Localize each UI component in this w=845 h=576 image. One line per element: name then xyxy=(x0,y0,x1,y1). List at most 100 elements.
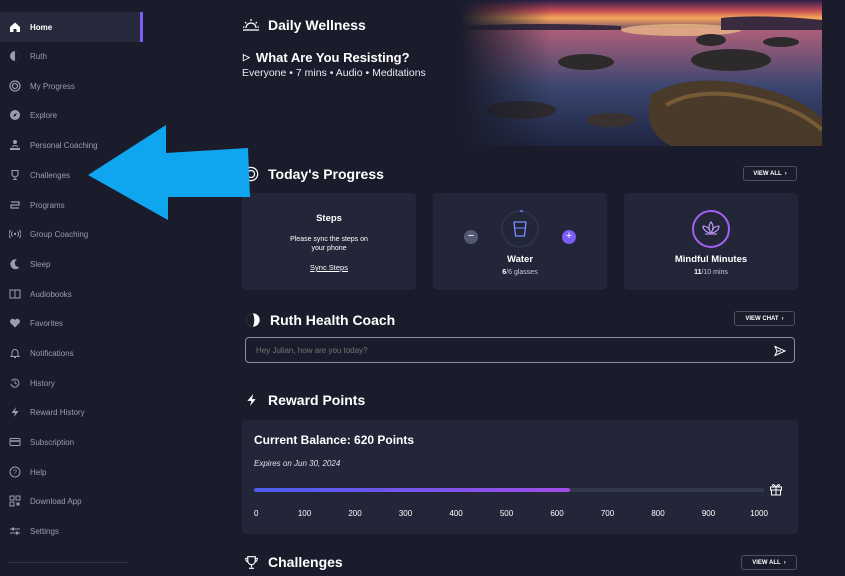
reward-tick-label: 200 xyxy=(348,509,362,518)
sidebar-item-label: Download App xyxy=(30,496,82,506)
help-icon: ? xyxy=(8,465,22,479)
reward-points-title: Reward Points xyxy=(242,391,365,409)
sync-steps-link[interactable]: Sync Steps xyxy=(242,263,416,272)
sidebar-item-label: Notifications xyxy=(30,348,74,358)
minus-icon: − xyxy=(467,230,475,242)
reward-tick-label: 0 xyxy=(254,509,259,518)
todays-progress-title: Today's Progress xyxy=(242,165,384,183)
sidebar-item-download-app[interactable]: Download App xyxy=(0,486,143,516)
card-icon xyxy=(8,435,22,449)
sidebar-item-my-progress[interactable]: My Progress xyxy=(0,71,143,101)
steps-title: Steps xyxy=(316,213,342,224)
coaching-icon xyxy=(8,138,22,152)
sidebar-item-sleep[interactable]: Sleep xyxy=(0,249,143,279)
reward-tick-label: 100 xyxy=(297,509,312,518)
sidebar-item-label: Help xyxy=(30,467,47,477)
sidebar-item-personal-coaching[interactable]: Personal Coaching xyxy=(0,130,143,160)
sidebar-item-label: Subscription xyxy=(30,437,75,447)
main-content: Daily Wellness ▷ What Are You Resisting?… xyxy=(143,0,845,576)
reward-card: Current Balance: 620 Points Expires on J… xyxy=(242,420,798,534)
view-all-label: VIEW ALL xyxy=(753,170,782,177)
chevron-right-icon: › xyxy=(784,170,787,177)
sidebar-item-ruth[interactable]: Ruth xyxy=(0,41,143,71)
sidebar-item-label: Settings xyxy=(30,526,59,536)
heart-icon xyxy=(8,316,22,330)
daily-wellness-image[interactable] xyxy=(461,0,822,146)
reward-progress-track xyxy=(254,488,764,492)
sidebar-item-subscription[interactable]: Subscription xyxy=(0,427,143,457)
sidebar-item-favorites[interactable]: Favorites xyxy=(0,308,143,338)
reward-tick-label: 900 xyxy=(701,509,716,518)
reward-expires: Expires on Jun 30, 2024 xyxy=(254,459,341,468)
gift-icon[interactable] xyxy=(769,482,783,496)
reward-tick-label: 800 xyxy=(651,509,665,518)
svg-text:?: ? xyxy=(13,470,17,477)
daily-wellness-title: Daily Wellness xyxy=(242,16,366,34)
reward-progress-fill xyxy=(254,488,571,492)
plus-icon: + xyxy=(565,230,573,242)
history-icon xyxy=(8,376,22,390)
section-title-text: Ruth Health Coach xyxy=(270,312,396,328)
sidebar-item-audiobooks[interactable]: Audiobooks xyxy=(0,279,143,309)
glass-icon xyxy=(513,221,527,237)
compass-icon xyxy=(8,108,22,122)
sidebar-item-label: My Progress xyxy=(30,81,75,91)
bolt-icon xyxy=(8,405,22,419)
sidebar-item-label: History xyxy=(30,378,55,388)
section-title-text: Today's Progress xyxy=(268,166,384,182)
sidebar-item-home[interactable]: Home xyxy=(0,12,143,42)
water-title: Water xyxy=(506,254,534,265)
sidebar-item-label: Audiobooks xyxy=(30,289,72,299)
daily-session-title[interactable]: ▷ What Are You Resisting? xyxy=(243,50,410,65)
sidebar-item-settings[interactable]: Settings xyxy=(0,516,143,546)
reward-tick-label: 700 xyxy=(600,509,615,518)
sidebar: Home Ruth My Progress Explore Personal C… xyxy=(0,0,143,576)
view-chat-button[interactable]: VIEW CHAT › xyxy=(734,311,795,326)
section-title-text: Daily Wellness xyxy=(268,17,366,33)
water-plus-button[interactable]: + xyxy=(562,230,576,244)
sidebar-item-label: Reward History xyxy=(30,407,85,417)
sidebar-item-reward-history[interactable]: Reward History xyxy=(0,397,143,427)
sidebar-item-label: Challenges xyxy=(30,170,71,180)
water-suffix: /6 glasses xyxy=(506,269,538,276)
play-icon: ▷ xyxy=(243,52,250,62)
ruth-icon xyxy=(8,49,22,63)
sidebar-item-group-coaching[interactable]: Group Coaching xyxy=(0,219,143,249)
send-icon[interactable] xyxy=(774,344,787,357)
chat-input-field[interactable] xyxy=(256,342,756,358)
section-title-text: Challenges xyxy=(268,554,343,570)
water-minus-button[interactable]: − xyxy=(464,230,478,244)
sidebar-item-explore[interactable]: Explore xyxy=(0,100,143,130)
sidebar-item-label: Ruth xyxy=(30,51,47,61)
target-icon xyxy=(242,165,260,183)
steps-card: Steps Please sync the steps on your phon… xyxy=(242,193,416,290)
broadcast-icon xyxy=(8,227,22,241)
coach-chat-input[interactable] xyxy=(245,337,795,363)
mindful-ring xyxy=(691,209,731,254)
session-title-text: What Are You Resisting? xyxy=(255,50,410,65)
mindful-suffix: /10 mins xyxy=(701,269,728,276)
view-chat-label: VIEW CHAT xyxy=(745,315,779,322)
sidebar-item-label: Personal Coaching xyxy=(30,140,98,150)
reward-tick-label: 1000 xyxy=(750,509,768,518)
programs-icon xyxy=(8,198,22,212)
app-window: Home Ruth My Progress Explore Personal C… xyxy=(0,0,845,576)
daily-session-meta: Everyone • 7 mins • Audio • Meditations xyxy=(242,67,426,79)
chevron-right-icon: › xyxy=(783,559,786,566)
sidebar-item-programs[interactable]: Programs xyxy=(0,190,143,220)
challenges-view-all-button[interactable]: VIEW ALL › xyxy=(741,555,797,570)
sidebar-divider xyxy=(8,562,128,563)
sidebar-item-label: Favorites xyxy=(30,318,63,328)
reward-tick-labels: 0 100 200 300 400 500 600 700 800 900 1000 xyxy=(254,509,774,521)
sidebar-item-help[interactable]: ? Help xyxy=(0,457,143,487)
progress-view-all-button[interactable]: VIEW ALL › xyxy=(743,166,797,181)
sunrise-icon xyxy=(242,16,260,34)
sidebar-item-notifications[interactable]: Notifications xyxy=(0,338,143,368)
water-count: 6/6 glasses xyxy=(433,269,607,276)
sidebar-item-challenges[interactable]: Challenges xyxy=(0,160,143,190)
sidebar-item-history[interactable]: History xyxy=(0,368,143,398)
moon-icon xyxy=(8,257,22,271)
mindful-count: 11/10 mins xyxy=(624,269,798,276)
sliders-icon xyxy=(8,524,22,538)
mindful-card: Mindful Minutes 11/10 mins xyxy=(624,193,798,290)
